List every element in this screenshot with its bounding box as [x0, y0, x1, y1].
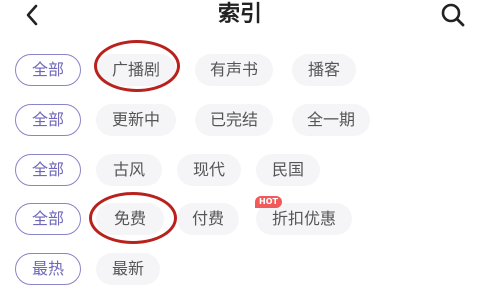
header: 索引 — [0, 0, 480, 36]
filter-row-era: 全部 古风 现代 民国 — [0, 154, 480, 188]
search-icon[interactable] — [440, 2, 466, 28]
chip-hottest[interactable]: 最热 — [15, 253, 81, 285]
chip-free[interactable]: 免费 — [96, 203, 164, 235]
chip-modern[interactable]: 现代 — [177, 154, 241, 186]
chip-paid[interactable]: 付费 — [177, 203, 239, 235]
chip-all-status[interactable]: 全部 — [15, 104, 81, 136]
filter-row-sort: 最热 最新 — [0, 253, 480, 287]
chip-radio-drama[interactable]: 广播剧 — [96, 54, 176, 86]
chip-audiobook[interactable]: 有声书 — [195, 54, 273, 86]
index-page: 索引 全部 广播剧 有声书 播客 全部 更新中 已完结 全一期 全部 古风 现代… — [0, 0, 480, 287]
chip-single-episode[interactable]: 全一期 — [292, 104, 370, 136]
page-title: 索引 — [217, 2, 262, 27]
hot-badge: HOT — [255, 196, 282, 208]
filter-row-status: 全部 更新中 已完结 全一期 — [0, 104, 480, 138]
filter-row-type: 全部 广播剧 有声书 播客 — [0, 54, 480, 88]
chip-all-era[interactable]: 全部 — [15, 154, 81, 186]
filter-row-price: 全部 免费 付费 折扣优惠 — [0, 203, 480, 237]
chip-newest[interactable]: 最新 — [96, 253, 160, 285]
chip-ongoing[interactable]: 更新中 — [96, 104, 176, 136]
chip-all-type[interactable]: 全部 — [15, 54, 81, 86]
chip-all-price[interactable]: 全部 — [15, 203, 81, 235]
chip-completed[interactable]: 已完结 — [195, 104, 273, 136]
chip-ancient-style[interactable]: 古风 — [96, 154, 162, 186]
chip-republican-era[interactable]: 民国 — [256, 154, 320, 186]
chip-podcast[interactable]: 播客 — [292, 54, 356, 86]
